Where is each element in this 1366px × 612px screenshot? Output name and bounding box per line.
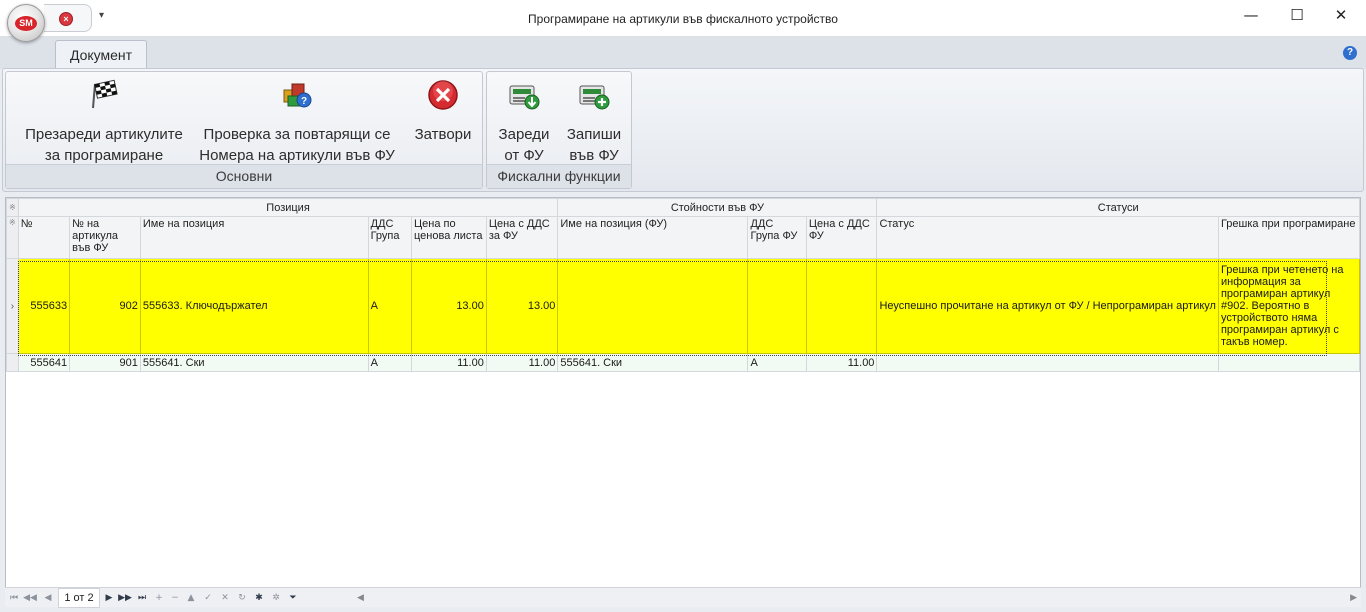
tab-document[interactable]: Документ: [55, 40, 147, 70]
filter-icon[interactable]: ⏷: [286, 590, 300, 606]
fiscal-device-download-icon: [507, 78, 541, 112]
scroll-left-icon[interactable]: ◀: [357, 590, 364, 605]
reload-label-line1: Презареди артикулите: [25, 126, 183, 143]
close-form-button[interactable]: Затвори: [408, 78, 478, 145]
close-label: Затвори: [414, 126, 472, 143]
svg-text:?: ?: [301, 96, 307, 107]
edit-icon[interactable]: ▲: [184, 590, 198, 606]
table-row[interactable]: 555641 901 555641. Ски A 11.00 11.00 555…: [6, 353, 1360, 372]
cell-price-in-fu[interactable]: [805, 258, 878, 354]
group-fiscal-label: Фискални функции: [487, 164, 631, 188]
ribbon: Презареди артикулите за програмиране ? П…: [2, 68, 1364, 192]
load-from-fu-button[interactable]: Зареди от ФУ: [493, 78, 555, 166]
app-logo: SM: [15, 16, 37, 31]
post-icon[interactable]: ✓: [201, 590, 215, 606]
cell-name[interactable]: 555641. Ски: [139, 353, 369, 372]
group-main-label: Основни: [6, 164, 482, 188]
horizontal-scrollbar[interactable]: ◀ ▶: [357, 590, 1357, 605]
cell-error[interactable]: [1217, 353, 1360, 372]
last-page-icon[interactable]: ⏭: [135, 590, 149, 606]
articles-grid[interactable]: ※ Позиция Стойности във ФУ Статуси ※ № №…: [5, 197, 1361, 607]
close-button[interactable]: ✕: [1318, 0, 1364, 32]
cell-fu-no[interactable]: 901: [69, 353, 141, 372]
boxes-question-icon: ?: [280, 78, 314, 112]
col-header-error[interactable]: Грешка при програмиране: [1217, 216, 1360, 259]
cell-no[interactable]: 555641: [17, 353, 71, 372]
col-header-price-fu[interactable]: Цена с ДДС за ФУ: [485, 216, 559, 259]
articles-table: ※ Позиция Стойности във ФУ Статуси ※ № №…: [6, 198, 1360, 372]
cell-vat[interactable]: A: [367, 353, 412, 372]
table-row[interactable]: › 555633 902 555633. Ключодържател A 13.…: [6, 258, 1360, 354]
row-indicator-icon[interactable]: ›: [6, 258, 19, 354]
first-page-icon[interactable]: ⏮: [7, 590, 21, 606]
prev-record-icon[interactable]: ◀: [41, 590, 55, 606]
refresh-icon[interactable]: ↻: [235, 590, 249, 606]
bookmark-icon[interactable]: ✱: [252, 590, 266, 606]
band-fu-values: Стойности във ФУ: [557, 198, 878, 217]
header-corner: ※: [6, 216, 19, 259]
cell-price-fu[interactable]: 13.00: [485, 258, 559, 354]
cell-name-fu[interactable]: 555641. Ски: [557, 353, 749, 372]
col-header-price-in-fu[interactable]: Цена с ДДС ФУ: [805, 216, 878, 259]
band-corner: ※: [6, 198, 19, 217]
col-header-fu-no[interactable]: № на артикула във ФУ: [69, 216, 141, 259]
load-label-line1: Зареди: [498, 126, 550, 143]
append-icon[interactable]: +: [152, 590, 166, 606]
cell-vat-fu[interactable]: A: [747, 353, 807, 372]
col-header-vat[interactable]: ДДС Група: [367, 216, 412, 259]
goto-bookmark-icon[interactable]: ✲: [269, 590, 283, 606]
col-header-name-fu[interactable]: Име на позиция (ФУ): [557, 216, 749, 259]
row-indicator[interactable]: [6, 353, 19, 372]
cell-price-in-fu[interactable]: 11.00: [805, 353, 878, 372]
write-label-line1: Запиши: [566, 126, 622, 143]
application-menu-button[interactable]: SM: [7, 4, 45, 42]
cell-name[interactable]: 555633. Ключодържател: [139, 258, 369, 354]
col-header-vat-fu[interactable]: ДДС Група ФУ: [747, 216, 807, 259]
record-info: 1 от 2: [58, 588, 100, 608]
minimize-button[interactable]: —: [1228, 0, 1274, 32]
delete-icon[interactable]: −: [168, 590, 182, 606]
help-icon[interactable]: ?: [1343, 46, 1357, 60]
check-label-line1: Проверка за повтарящи се: [203, 126, 391, 143]
col-header-no[interactable]: №: [17, 216, 71, 259]
next-record-icon[interactable]: ▶: [102, 590, 116, 606]
prev-page-icon[interactable]: ◀◀: [23, 590, 37, 606]
reload-articles-button[interactable]: Презареди артикулите за програмиране: [14, 78, 194, 166]
cell-vat[interactable]: A: [367, 258, 412, 354]
write-to-fu-button[interactable]: Запиши във ФУ: [561, 78, 627, 166]
next-page-icon[interactable]: ▶▶: [118, 590, 132, 606]
scroll-right-icon[interactable]: ▶: [1350, 590, 1357, 605]
window-title: Програмиране на артикули във фискалното …: [528, 12, 838, 26]
group-fiscal: Зареди от ФУ Запиши във ФУ Фискални функ…: [486, 71, 632, 189]
write-label-line2: във ФУ: [569, 147, 619, 164]
col-header-price[interactable]: Цена по ценова листа: [410, 216, 487, 259]
cell-price[interactable]: 13.00: [410, 258, 487, 354]
cell-no[interactable]: 555633: [17, 258, 71, 354]
cell-price-fu[interactable]: 11.00: [485, 353, 559, 372]
band-statuses: Статуси: [876, 198, 1360, 217]
col-header-name[interactable]: Име на позиция: [139, 216, 369, 259]
group-main: Презареди артикулите за програмиране ? П…: [5, 71, 483, 189]
title-bar: × ▾ Програмиране на артикули във фискалн…: [0, 0, 1366, 37]
cell-price[interactable]: 11.00: [410, 353, 487, 372]
check-label-line2: Номера на артикули във ФУ: [199, 147, 395, 164]
cell-status[interactable]: Неуспешно прочитане на артикул от ФУ / Н…: [876, 258, 1219, 354]
data-navigator: ⏮ ◀◀ ◀ 1 от 2 ▶ ▶▶ ⏭ + − ▲ ✓ ✕ ↻ ✱ ✲ ⏷ ◀…: [5, 587, 1361, 608]
ribbon-tabstrip: Документ ?: [0, 37, 1366, 70]
col-header-status[interactable]: Статус: [876, 216, 1219, 259]
cell-status[interactable]: [876, 353, 1219, 372]
check-duplicates-button[interactable]: ? Проверка за повтарящи се Номера на арт…: [192, 78, 402, 166]
fiscal-device-add-icon: [577, 78, 611, 112]
band-position: Позиция: [17, 198, 559, 217]
cell-fu-no[interactable]: 902: [69, 258, 141, 354]
cell-name-fu[interactable]: [557, 258, 749, 354]
cell-vat-fu[interactable]: [747, 258, 807, 354]
reload-label-line2: за програмиране: [44, 147, 164, 164]
load-label-line2: от ФУ: [504, 147, 544, 164]
checkered-flag-icon: [87, 78, 121, 112]
cancel-icon[interactable]: ✕: [218, 590, 232, 606]
maximize-button[interactable]: ☐: [1274, 0, 1320, 32]
close-circle-icon: [426, 78, 460, 112]
cell-error[interactable]: Грешка при четенето на информация за про…: [1217, 258, 1360, 354]
